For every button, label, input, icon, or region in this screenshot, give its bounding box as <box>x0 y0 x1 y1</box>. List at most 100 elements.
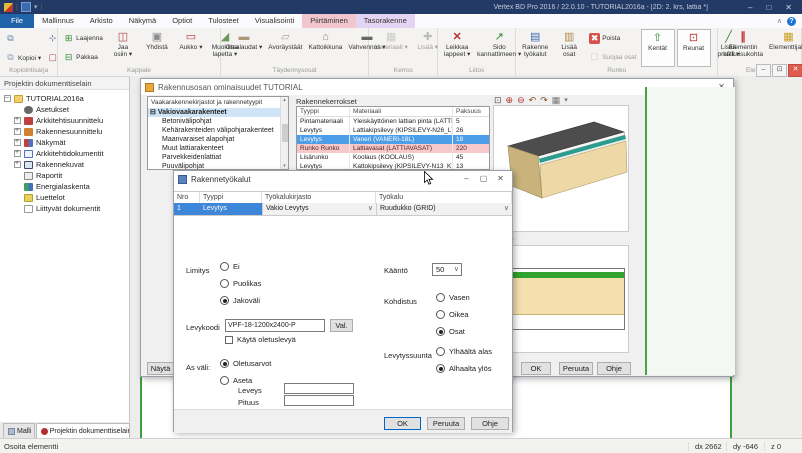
ribbon-button[interactable]: Kentät <box>641 29 675 67</box>
menu-tab[interactable]: Mallinnus <box>34 14 82 28</box>
tools-table-row[interactable]: 1 Levytys Vakio Levytys Ruudukko (GRID) <box>174 203 512 215</box>
tree-item[interactable]: Rakennekuvat <box>2 159 129 170</box>
menu-tab[interactable]: Visualisointi <box>247 14 302 28</box>
ribbon-button[interactable]: Lisää osat <box>553 29 585 67</box>
properties-cancel-button[interactable]: Peruuta <box>559 362 593 375</box>
ribbon-button[interactable]: Lisää ▾ <box>412 29 444 67</box>
close-window-button[interactable]: ✕ <box>785 3 792 12</box>
preview-toolbar-icon[interactable] <box>506 95 514 105</box>
properties-help-button[interactable]: Ohje <box>597 362 631 375</box>
ribbon-button[interactable]: Aukko ▾ <box>175 29 207 67</box>
preview-toolbar-icon[interactable] <box>494 95 502 105</box>
expand-box-icon[interactable] <box>14 172 21 179</box>
expand-box-icon[interactable] <box>14 205 21 212</box>
ribbon-button[interactable]: Elementin katkaisukohta <box>721 29 765 67</box>
preview-toolbar-icon[interactable] <box>552 95 561 105</box>
tree-item[interactable]: Energialaskenta <box>2 181 129 192</box>
tab-projektin-dokumenttiselain[interactable]: Projektin dokumenttiselain <box>36 423 130 438</box>
expand-box-icon[interactable] <box>14 139 21 146</box>
preview-toolbar-icon[interactable] <box>540 95 548 105</box>
library-list-item[interactable]: Muut lattiarakenteet <box>148 144 281 153</box>
radio-option[interactable]: Osat <box>436 323 470 340</box>
ribbon-button[interactable]: Kopioi ▾ <box>3 48 43 67</box>
kaanto-dropdown[interactable]: 50 <box>432 263 462 276</box>
kayta-oletuslevya-row[interactable]: Käytä oletuslevyä <box>225 335 296 344</box>
ribbon-button[interactable]: Materiaali ▾ <box>372 29 409 67</box>
scroll-down-icon[interactable]: ▾ <box>283 163 286 169</box>
menu-tab[interactable]: Optiot <box>164 14 200 28</box>
radio-option[interactable]: Ylhäältä alas <box>436 343 492 360</box>
library-list-item[interactable]: ⊟ Vakiovaakarakenteet <box>148 108 281 117</box>
tree-item[interactable]: Asetukset <box>2 104 129 115</box>
mdi-restore-button[interactable]: ⊡ <box>772 64 787 77</box>
qat-dropdown-icon[interactable]: ▾ <box>34 3 38 11</box>
layer-row[interactable]: Pintamateriaali Yleiskäyttöinen lattian … <box>297 117 489 126</box>
library-list-item[interactable]: Puuvälipohjat <box>148 162 281 170</box>
expand-box-icon[interactable] <box>14 161 21 168</box>
levykoodi-input[interactable]: VPF-18-1200x2400-P <box>225 319 325 332</box>
tree-item[interactable]: Raportit <box>2 170 129 181</box>
layer-row[interactable]: Lisärunko Koolaus (KOOLAUS) 45 <box>297 153 489 162</box>
ribbon-button[interactable]: Leikkaa lappeet ▾ <box>441 29 473 67</box>
library-scrollbar[interactable]: ▴ ▾ <box>280 97 288 169</box>
tool-dropdown[interactable]: Ruudukko (GRID) <box>376 203 512 215</box>
save-icon[interactable] <box>21 2 31 12</box>
tools-maximize-button[interactable]: ▢ <box>476 173 491 185</box>
preview-toolbar-icon[interactable] <box>517 95 525 105</box>
preview-2d[interactable] <box>493 245 629 353</box>
ribbon-button[interactable]: Jaa osiin ▾ <box>107 29 139 67</box>
tree-item[interactable]: Näkymät <box>2 137 129 148</box>
expand-box-icon[interactable] <box>14 150 21 157</box>
ribbon-button[interactable]: Rakenne työkalut <box>519 29 551 67</box>
tree-item[interactable]: Luettelot <box>2 192 129 203</box>
library-list-item[interactable]: Betonivälipohjat <box>148 117 281 126</box>
menu-tab[interactable]: Piirtäminen <box>302 14 356 28</box>
tree-item[interactable]: Liittyvät dokumentit <box>2 203 129 214</box>
tools-minimize-button[interactable]: – <box>459 173 474 185</box>
mdi-close-button[interactable]: ✕ <box>788 64 802 77</box>
menu-tab[interactable]: Tulosteet <box>200 14 247 28</box>
layer-row[interactable]: Levytys Kattokipsilevy (KIPSILEVY-N13_K)… <box>297 162 489 170</box>
layer-row[interactable]: Levytys Vaneri (VANERI-18L) 18 <box>297 135 489 144</box>
pituus-input[interactable] <box>284 395 354 406</box>
preview-toolbar-icon[interactable] <box>529 95 537 105</box>
tree-root-item[interactable]: TUTORIAL2016a <box>2 93 129 104</box>
ribbon-button[interactable]: Kattoikkuna <box>306 29 344 67</box>
menu-tab[interactable]: Näkymä <box>121 14 165 28</box>
radio-option[interactable]: Ei <box>220 258 261 275</box>
ribbon-button[interactable]: Yhdistä <box>141 29 173 67</box>
ribbon-button[interactable] <box>3 29 43 48</box>
ribbon-button[interactable]: Reunat <box>677 29 711 67</box>
maximize-window-button[interactable]: □ <box>766 3 771 12</box>
library-list-item[interactable]: Kehärakenteiden välipohjarakenteet <box>148 126 281 135</box>
app-icon[interactable] <box>4 3 13 12</box>
ribbon-button[interactable]: Laajenna <box>61 29 105 48</box>
ribbon-button[interactable]: Pakkaa <box>61 48 105 67</box>
minimize-window-button[interactable]: – <box>748 3 752 12</box>
mdi-minimize-button[interactable]: – <box>756 64 771 77</box>
tools-dialog-titlebar[interactable]: Rakennetyökalut – ▢ ✕ <box>174 171 512 187</box>
ribbon-button[interactable]: Elementtijako <box>767 29 802 67</box>
tree-item[interactable]: Arkkitehtisuunnittelu <box>2 115 129 126</box>
radio-option[interactable]: Oletusarvot <box>220 355 271 372</box>
tab-malli[interactable]: Malli <box>3 423 35 438</box>
tools-cancel-button[interactable]: Peruuta <box>427 417 465 430</box>
radio-option[interactable]: Puolikas <box>220 275 261 292</box>
expand-box-icon[interactable] <box>14 106 21 113</box>
radio-option[interactable]: Vasen <box>436 289 470 306</box>
expand-box-icon[interactable] <box>14 194 21 201</box>
leveys-input[interactable] <box>284 383 354 394</box>
radio-option[interactable]: Alhaalta ylös <box>436 360 492 377</box>
properties-show-button[interactable]: Näytä <box>147 362 174 375</box>
expand-box-icon[interactable] <box>14 128 21 135</box>
properties-ok-button[interactable]: OK <box>521 362 551 375</box>
menu-tab[interactable]: Arkisto <box>82 14 121 28</box>
tree-item[interactable]: Arkkitehtidokumentit <box>2 148 129 159</box>
library-list-item[interactable]: Parvekkeidenlattiat <box>148 153 281 162</box>
library-list-item[interactable]: Maanvaraiset alapohjat <box>148 135 281 144</box>
expand-box-icon[interactable] <box>14 183 21 190</box>
menu-tab[interactable]: File <box>0 14 34 28</box>
scrollbar-thumb[interactable] <box>282 124 288 142</box>
ribbon-button[interactable]: Otsalaudat ▾ <box>224 29 265 67</box>
radio-option[interactable]: Oikea <box>436 306 470 323</box>
